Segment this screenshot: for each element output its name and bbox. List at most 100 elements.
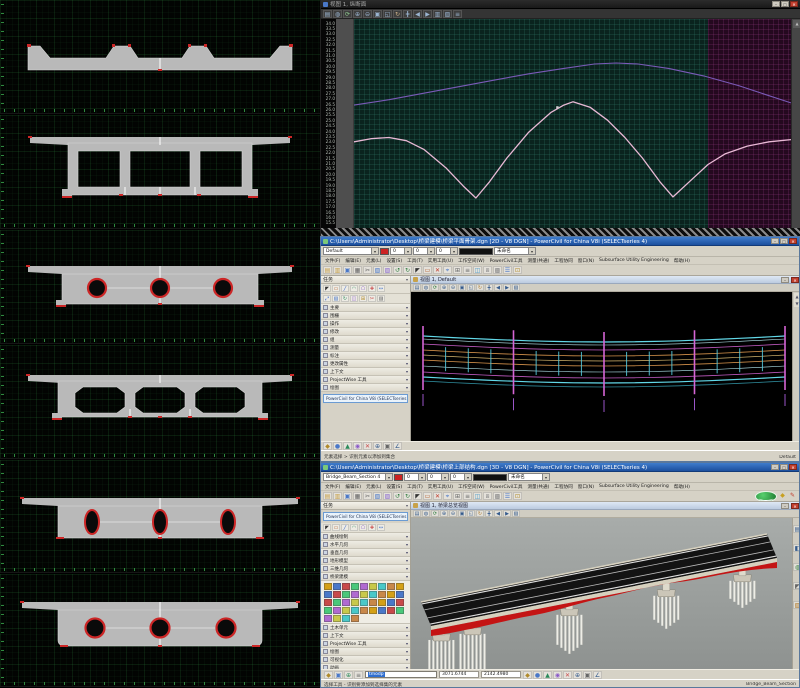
task-section-9[interactable]: ProjectWise 工具▾	[321, 376, 410, 384]
snap-intersection-icon[interactable]: ✕	[563, 671, 572, 679]
fence-tool-icon[interactable]: ▭	[332, 285, 340, 292]
close-button[interactable]: ✕	[789, 464, 797, 470]
task-section-10[interactable]: 可视化▾	[321, 656, 410, 664]
bridge-tool-icon[interactable]	[387, 591, 395, 598]
snap-nearest-icon[interactable]: ◆	[523, 671, 532, 679]
menu-item-4[interactable]: 工具(T)	[407, 484, 423, 490]
view-minimize-button[interactable]: –	[781, 503, 789, 509]
bridge-tool-icon[interactable]	[351, 583, 359, 590]
bridge-tool-icon[interactable]	[333, 583, 341, 590]
bridge-tool-icon[interactable]	[342, 599, 350, 606]
tasks-panel-header[interactable]: 任务 ▾	[321, 276, 410, 284]
menu-item-12[interactable]: 帮助(H)	[674, 258, 690, 264]
view-tools-column[interactable]: ▤◧◍◩▧	[792, 518, 800, 669]
rotate-view-icon[interactable]: ↻	[476, 510, 484, 517]
section-panel-4[interactable]	[0, 345, 320, 459]
class-combo[interactable]: 0	[436, 247, 458, 255]
accudraw-compass-icon[interactable]: ⊕	[344, 671, 353, 679]
measure-icon[interactable]: ⌖	[443, 266, 452, 274]
level-manager-icon[interactable]: ☰	[503, 492, 512, 500]
line-style-combo[interactable]: 0	[390, 247, 412, 255]
plan-viewport[interactable]	[411, 292, 792, 441]
bridge-tool-icon[interactable]	[351, 607, 359, 614]
active-level-combo[interactable]: Default	[323, 247, 379, 255]
redo-icon[interactable]: ↻	[403, 266, 412, 274]
task-section-4[interactable]: 三维几何▾	[321, 565, 410, 573]
view-clip-icon[interactable]: ▧	[793, 601, 800, 609]
coordinate-x-field[interactable]: 3071.6744	[439, 671, 479, 678]
keyin-input[interactable]: tmodp	[365, 671, 437, 678]
menu-item-6[interactable]: 工作空间(W)	[458, 258, 485, 264]
menu-item-0[interactable]: 文件(F)	[325, 484, 340, 490]
bridge-tool-icon[interactable]	[333, 599, 341, 606]
copy-tool-icon[interactable]: ▧	[332, 295, 340, 302]
undo-icon[interactable]: ↺	[393, 492, 402, 500]
accusnap-toggle-icon[interactable]: ⊕	[573, 671, 582, 679]
minimize-button[interactable]: –	[771, 464, 779, 470]
clip-volume-icon[interactable]: ▧	[512, 510, 520, 517]
bridge-tool-icon[interactable]	[324, 591, 332, 598]
view-cube-iso-icon[interactable]: ◧	[793, 544, 800, 552]
task-section-1[interactable]: 水平几何▾	[321, 541, 410, 549]
open-file-icon[interactable]: ▥	[333, 266, 342, 274]
window-area-icon[interactable]: ▣	[373, 10, 382, 18]
zoom-out-icon[interactable]: ⊖	[363, 10, 372, 18]
task-section-3[interactable]: 修改▾	[321, 328, 410, 336]
snap-center-icon[interactable]: ◉	[353, 442, 362, 450]
task-section-6[interactable]: 标注▾	[321, 352, 410, 360]
view-previous-icon[interactable]: ◀	[494, 284, 502, 291]
move-tool-icon[interactable]: ⤢	[323, 295, 331, 302]
element-select-tool-icon[interactable]: ◤	[323, 285, 331, 292]
view-cube-top-icon[interactable]: ▤	[793, 525, 800, 533]
accusnap-toggle-icon[interactable]: ⊕	[373, 442, 382, 450]
snap-midpoint-icon[interactable]: ▲	[543, 671, 552, 679]
zoom-in-icon[interactable]: ⊕	[440, 510, 448, 517]
task-section-9[interactable]: 绘图▾	[321, 648, 410, 656]
profile-plot-canvas[interactable]	[354, 19, 791, 228]
minimize-button[interactable]: –	[772, 1, 780, 7]
xyz-lock-icon[interactable]: ▣	[334, 671, 343, 679]
task-section-0[interactable]: 曲线绘制▾	[321, 533, 410, 541]
close-button[interactable]: ✕	[790, 1, 798, 7]
bridge-tool-icon[interactable]	[342, 583, 350, 590]
bridge-tool-icon[interactable]	[387, 599, 395, 606]
level-manager-icon[interactable]: ☰	[503, 266, 512, 274]
menu-item-7[interactable]: PowerCivil工具	[490, 258, 523, 264]
task-section-8[interactable]: ProjectWise 工具▾	[321, 640, 410, 648]
bridge-tool-icon[interactable]	[369, 591, 377, 598]
bridge-tool-icon[interactable]	[387, 607, 395, 614]
bridge-tool-icon[interactable]	[396, 591, 404, 598]
redo-icon[interactable]: ↻	[403, 492, 412, 500]
models-icon[interactable]: ◫	[473, 266, 482, 274]
menu-item-10[interactable]: 窗口(N)	[578, 484, 594, 490]
view-next-icon[interactable]: ▶	[423, 10, 432, 18]
class-combo[interactable]: 0	[450, 473, 472, 481]
zoom-in-icon[interactable]: ⊕	[353, 10, 362, 18]
bridge-tool-icon[interactable]	[333, 615, 341, 622]
bridge-tool-icon[interactable]	[333, 607, 341, 614]
model-view-titlebar[interactable]: 视图 1, 桥梁总览视图 – ✕	[411, 502, 800, 510]
locks-icon[interactable]: ▣	[383, 442, 392, 450]
mirror-tool-icon[interactable]: ◫	[350, 295, 358, 302]
line-weight-combo[interactable]: 0	[427, 473, 449, 481]
bridge-tool-icon[interactable]	[378, 607, 386, 614]
view-previous-icon[interactable]: ◀	[413, 10, 422, 18]
references-icon[interactable]: ⧈	[483, 492, 492, 500]
view-render-mode-icon[interactable]: ◍	[793, 563, 800, 571]
measure-icon[interactable]: ⌖	[443, 492, 452, 500]
bridge-tool-icon[interactable]	[360, 583, 368, 590]
active-cell-combo[interactable]: 未命名	[494, 247, 536, 255]
snap-midpoint-icon[interactable]: ▲	[343, 442, 352, 450]
key-in-icon[interactable]: ≡	[463, 492, 472, 500]
cut-icon[interactable]: ✂	[363, 492, 372, 500]
raster-manager-icon[interactable]: ▩	[493, 492, 502, 500]
active-symbology-swatch[interactable]	[459, 248, 493, 255]
delete-element-icon[interactable]: ✕	[433, 492, 442, 500]
view-close-button[interactable]: ✕	[791, 277, 799, 283]
bridge-tool-icon[interactable]	[396, 607, 404, 614]
bridge-tool-icon[interactable]	[342, 607, 350, 614]
restore-button[interactable]: □	[780, 464, 788, 470]
snap-center-icon[interactable]: ◉	[553, 671, 562, 679]
dimension-tool-icon[interactable]: ↔	[377, 285, 385, 292]
polygon-tool-icon[interactable]: ⬠	[359, 524, 367, 531]
